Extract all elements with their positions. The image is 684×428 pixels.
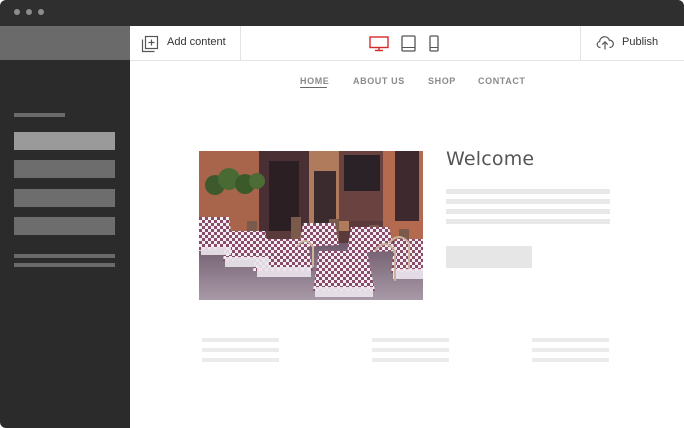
hero-button-placeholder[interactable] <box>446 246 532 268</box>
hero-text-placeholder <box>446 219 610 224</box>
window-close-dot[interactable] <box>14 9 20 15</box>
site-nav-active-underline <box>300 87 327 88</box>
column-text-placeholder <box>532 348 609 352</box>
column-text-placeholder <box>532 338 609 342</box>
sidebar-text-placeholder <box>14 254 115 258</box>
sidebar-section-heading-placeholder <box>14 113 65 117</box>
sidebar <box>0 26 130 428</box>
title-bar <box>0 0 684 26</box>
sidebar-item[interactable] <box>14 217 115 235</box>
phone-view-icon[interactable] <box>429 35 439 52</box>
window-maximize-dot[interactable] <box>38 9 44 15</box>
site-nav-about-us[interactable]: ABOUT US <box>353 76 405 86</box>
add-content-label: Add content <box>167 36 226 48</box>
editor-window: Add content Publish HOME ABOUT US SHOP C… <box>0 0 684 428</box>
add-content-icon <box>141 35 159 53</box>
column-text-placeholder <box>532 358 609 362</box>
site-nav-home[interactable]: HOME <box>300 76 329 86</box>
sidebar-header <box>0 26 130 60</box>
column-text-placeholder <box>202 348 279 352</box>
site-nav-contact[interactable]: CONTACT <box>478 76 526 86</box>
sidebar-item[interactable] <box>14 160 115 178</box>
hero-text-placeholder <box>446 189 610 194</box>
tablet-view-icon[interactable] <box>401 35 416 52</box>
editor-toolbar: Add content Publish <box>130 26 684 61</box>
column-text-placeholder <box>372 348 449 352</box>
sidebar-item-active[interactable] <box>14 132 115 150</box>
add-content-button[interactable]: Add content <box>130 26 241 60</box>
column-text-placeholder <box>372 338 449 342</box>
restaurant-photo-illustration <box>199 151 423 300</box>
site-nav-shop[interactable]: SHOP <box>428 76 456 86</box>
desktop-view-icon[interactable] <box>369 36 389 52</box>
column-text-placeholder <box>202 358 279 362</box>
restaurant-photo[interactable] <box>199 151 423 300</box>
column-text-placeholder <box>202 338 279 342</box>
window-minimize-dot[interactable] <box>26 9 32 15</box>
hero-text-placeholder <box>446 209 610 214</box>
column-text-placeholder <box>372 358 449 362</box>
sidebar-text-placeholder <box>14 263 115 267</box>
hero-heading: Welcome <box>446 148 535 170</box>
publish-button[interactable]: Publish <box>580 26 684 60</box>
sidebar-item[interactable] <box>14 189 115 207</box>
cloud-upload-icon <box>596 36 614 50</box>
hero-text-placeholder <box>446 199 610 204</box>
publish-label: Publish <box>622 36 659 48</box>
